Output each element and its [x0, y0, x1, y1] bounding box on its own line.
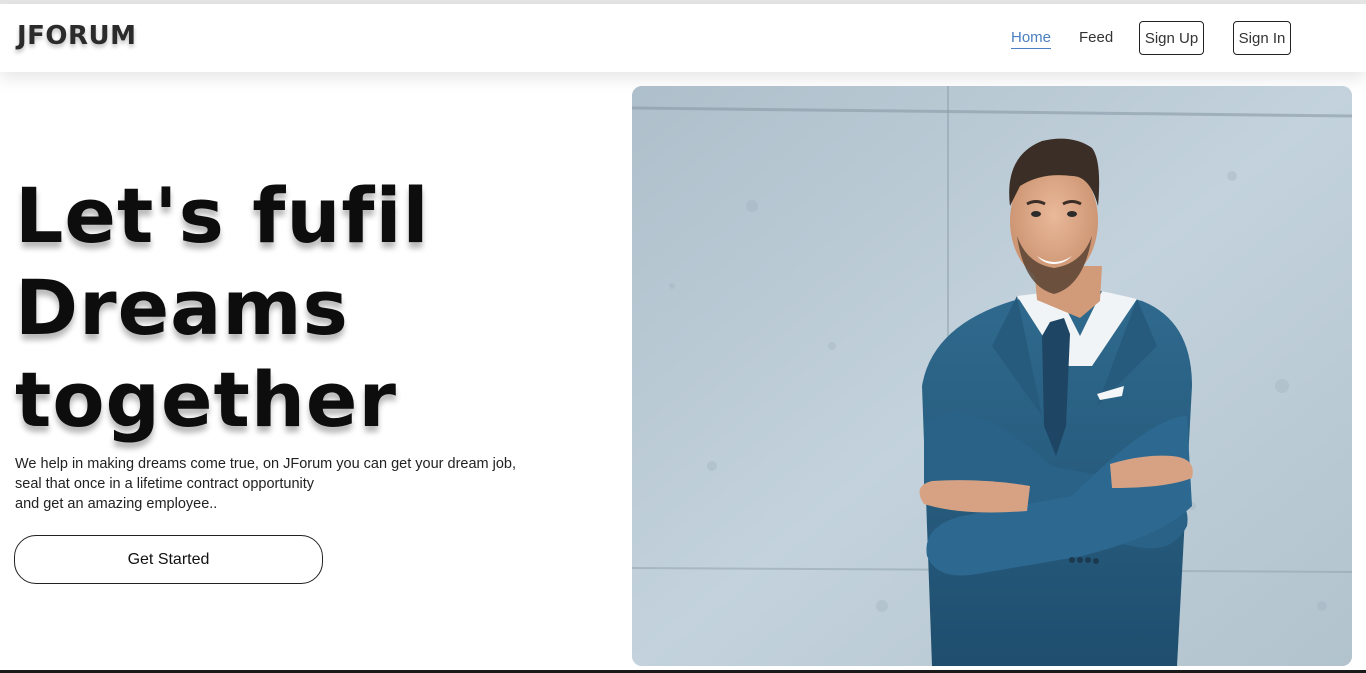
- brand-logo[interactable]: JFORUM: [17, 21, 137, 51]
- hero-photo: [632, 86, 1352, 666]
- hero-description-line: We help in making dreams come true, on J…: [15, 456, 517, 472]
- nav-feed-link[interactable]: Feed: [1079, 29, 1113, 46]
- site-header: JFORUM Home Feed Sign Up Sign In: [0, 4, 1366, 72]
- hero-description-line: and get an amazing employee..: [15, 496, 218, 512]
- nav-home-link[interactable]: Home: [1011, 29, 1052, 49]
- hero-description: We help in making dreams come true, on J…: [15, 454, 575, 514]
- hero-title-line: together: [15, 355, 397, 444]
- hero-title: Let's fufil Dreams together: [15, 170, 535, 446]
- hero-description-line: seal that once in a lifetime contract op…: [15, 476, 315, 492]
- sign-in-button[interactable]: Sign In: [1233, 21, 1291, 55]
- businessman-photo: [632, 86, 1352, 666]
- get-started-button[interactable]: Get Started: [14, 535, 323, 584]
- sign-up-button[interactable]: Sign Up: [1139, 21, 1204, 55]
- hero-title-line: Let's fufil: [15, 171, 430, 260]
- hero-title-line: Dreams: [15, 263, 349, 352]
